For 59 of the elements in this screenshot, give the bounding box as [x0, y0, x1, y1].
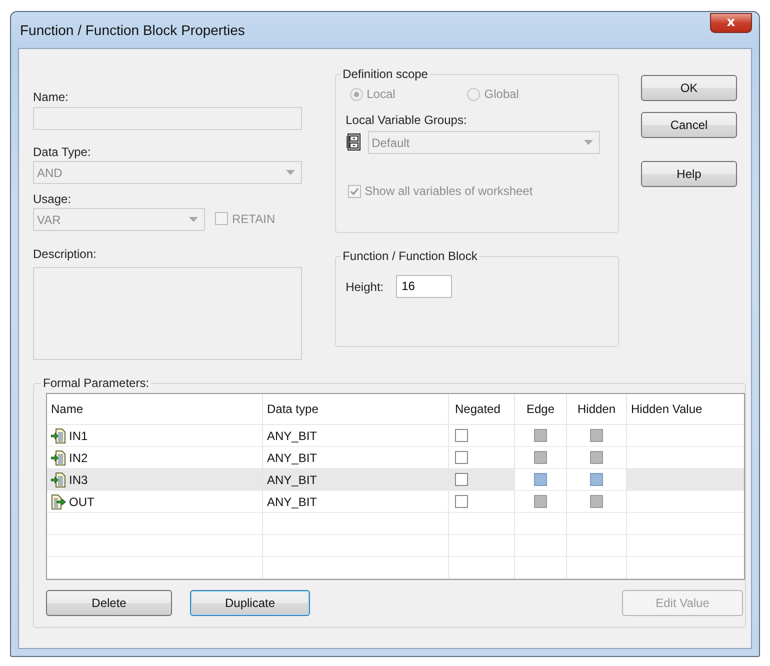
input-variable-icon [51, 450, 66, 466]
cabinet-icon [346, 132, 362, 150]
table-cell: ANY_BIT [267, 472, 318, 486]
dialog-button[interactable]: OK [641, 75, 737, 101]
table-cell: ANY_BIT [267, 450, 318, 464]
empty-table-cell [515, 557, 567, 579]
dialog-button[interactable]: Duplicate [190, 590, 310, 616]
empty-table-cell [567, 513, 627, 535]
group-title: Definition scope [342, 67, 429, 81]
caret-icon [584, 140, 593, 145]
radio-label: Local [366, 87, 396, 101]
field-label: Data Type: [33, 145, 92, 159]
column-header[interactable]: Edge [515, 394, 567, 424]
table-cell: ANY_BIT [267, 428, 318, 442]
group-title: Function / Function Block [342, 249, 478, 263]
column-header[interactable]: Name [47, 394, 263, 424]
empty-table-cell [567, 557, 627, 579]
checkbox-label: Show all variables of worksheet [364, 184, 533, 198]
column-header[interactable]: Negated [449, 394, 515, 424]
table-row[interactable]: OUT ANY_BIT [47, 491, 744, 513]
field-label: Name: [33, 90, 70, 104]
group-title: Formal Parameters: [42, 376, 150, 390]
input-variable-icon [51, 472, 66, 488]
table-cell: IN3 [69, 472, 88, 486]
output-variable-icon [51, 494, 66, 510]
field-label: Local Variable Groups: [346, 113, 467, 127]
checkbox[interactable] [455, 451, 468, 464]
field-label: Usage: [33, 192, 72, 206]
dialog-button[interactable]: Delete [46, 590, 172, 616]
dialog-button[interactable]: Help [641, 161, 737, 187]
empty-table-cell [567, 535, 627, 557]
caret-icon [189, 217, 198, 222]
table-cell: IN2 [69, 450, 88, 464]
field-label: Description: [33, 247, 98, 261]
checkbox[interactable] [455, 429, 468, 442]
field-label: Height: [346, 280, 384, 294]
radio-label: Global [484, 87, 519, 101]
checkbox[interactable] [455, 495, 468, 508]
checkbox[interactable] [455, 473, 468, 486]
caret-icon [286, 170, 295, 175]
checkbox-label: RETAIN [232, 212, 276, 226]
column-header[interactable]: Hidden [567, 394, 627, 424]
window-title: Function / Function Block Properties [19, 22, 245, 38]
empty-table-cell [449, 557, 515, 579]
table-cell: IN1 [69, 428, 88, 442]
table-row[interactable]: IN3 ANY_BIT [47, 469, 744, 491]
column-header[interactable]: Data type [263, 394, 449, 424]
empty-table-cell [515, 513, 567, 535]
height-field[interactable]: 16 [396, 275, 452, 298]
input-variable-icon [51, 428, 66, 444]
empty-table-cell [515, 535, 567, 557]
table-cell: ANY_BIT [267, 494, 318, 508]
table-row[interactable]: IN1 ANY_BIT [47, 425, 744, 447]
close-button[interactable]: x [710, 13, 752, 33]
empty-table-cell [449, 513, 515, 535]
table-cell: OUT [69, 494, 94, 508]
column-header[interactable]: Hidden Value [627, 394, 744, 424]
dialog-button[interactable]: Cancel [641, 112, 737, 138]
empty-table-cell [449, 535, 515, 557]
